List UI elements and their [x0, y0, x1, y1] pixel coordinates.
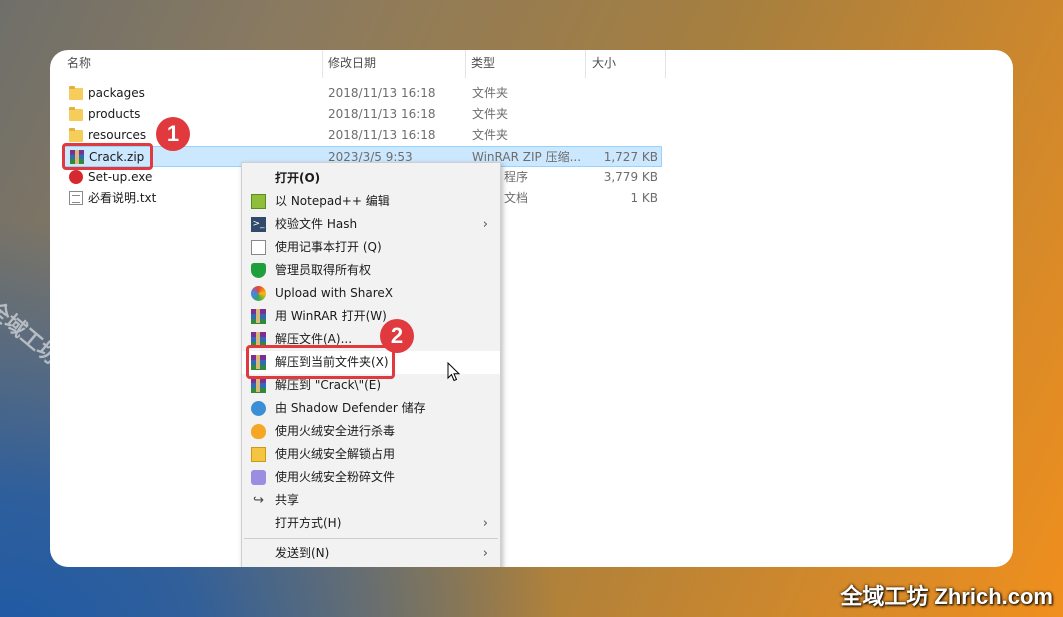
menu-item-label: 共享 — [275, 493, 300, 507]
file-modified: 2018/11/13 16:18 — [328, 128, 436, 142]
highlight-box-extract-here — [246, 345, 395, 379]
menu-item-label: 由 Shadow Defender 储存 — [275, 401, 426, 415]
chevron-right-icon: › — [482, 516, 488, 531]
menu-item-label: 打开(O) — [275, 171, 321, 185]
column-header-size[interactable]: 大小 — [585, 50, 665, 78]
menu-item-label: 使用火绒安全解锁占用 — [275, 447, 396, 461]
file-explorer-window: 名称 ^ 修改日期 类型 大小 packages 2018/11/13 16:1… — [50, 50, 1013, 567]
file-name: packages — [88, 86, 145, 100]
menu-item-label: Upload with ShareX — [275, 286, 393, 300]
file-row[interactable]: products 2018/11/13 16:18 文件夹 — [62, 104, 662, 125]
menu-item-label: 以 Notepad++ 编辑 — [275, 194, 390, 208]
file-modified: 2018/11/13 16:18 — [328, 107, 436, 121]
winrar-icon — [251, 378, 266, 393]
file-size: 1,727 KB — [603, 150, 658, 164]
file-type: 文件夹 — [472, 128, 509, 142]
menu-item-shadow-defender[interactable]: 由 Shadow Defender 储存 — [242, 397, 500, 420]
column-header-name-label: 名称 — [67, 56, 92, 70]
hash-icon: >_ — [251, 217, 266, 232]
menu-item-label: 打开方式(H) — [275, 516, 342, 530]
file-size: 1 KB — [630, 191, 658, 205]
file-row[interactable]: resources 2018/11/13 16:18 文件夹 — [62, 125, 662, 146]
step-2-badge: 2 — [380, 319, 414, 353]
sort-ascending-icon: ^ — [186, 50, 194, 57]
menu-item-label: 使用火绒安全粉碎文件 — [275, 470, 396, 484]
step-1-badge: 1 — [156, 117, 190, 151]
folder-icon — [69, 86, 83, 100]
menu-item-notepad-plus-plus[interactable]: 以 Notepad++ 编辑 — [242, 190, 500, 213]
shred-icon — [251, 470, 266, 485]
file-name: products — [88, 107, 141, 121]
sharex-icon — [251, 286, 266, 301]
column-header-type-label: 类型 — [471, 56, 496, 70]
file-modified: 2018/11/13 16:18 — [328, 86, 436, 100]
watermark-corner: 全域工坊 Zhrich.com — [840, 584, 1053, 609]
menu-item-label: 使用火绒安全进行杀毒 — [275, 424, 396, 438]
menu-item-huorong-shred[interactable]: 使用火绒安全粉碎文件 — [242, 466, 500, 489]
menu-item-label: 发送到(N) — [275, 546, 330, 560]
menu-item-label: 校验文件 Hash — [275, 217, 358, 231]
file-type: 文件夹 — [472, 86, 509, 100]
menu-item-label: 用 WinRAR 打开(W) — [275, 309, 387, 323]
menu-item-open[interactable]: 打开(O) — [242, 167, 500, 190]
chevron-right-icon: › — [482, 546, 488, 561]
notepad-icon — [251, 240, 266, 255]
chevron-right-icon: › — [482, 217, 488, 232]
file-row[interactable]: packages 2018/11/13 16:18 文件夹 — [62, 83, 662, 104]
column-header-size-label: 大小 — [592, 56, 617, 70]
menu-item-open-with-winrar[interactable]: 用 WinRAR 打开(W) — [242, 305, 500, 328]
menu-item-hash[interactable]: >_ 校验文件 Hash › — [242, 213, 500, 236]
exe-icon — [69, 170, 83, 184]
menu-item-label: 使用记事本打开 (Q) — [275, 240, 382, 254]
menu-item-send-to[interactable]: 发送到(N) › — [242, 542, 500, 565]
column-header-modified[interactable]: 修改日期 — [322, 50, 465, 78]
file-type: 程序 — [504, 170, 529, 184]
menu-item-sharex[interactable]: Upload with ShareX — [242, 282, 500, 305]
huorong-icon — [251, 424, 266, 439]
column-divider[interactable] — [665, 50, 666, 78]
file-type: 文件夹 — [472, 107, 509, 121]
menu-item-label: 管理员取得所有权 — [275, 263, 372, 277]
column-header-modified-label: 修改日期 — [328, 56, 377, 70]
file-type: 文档 — [504, 191, 529, 205]
shadow-defender-icon — [251, 401, 266, 416]
unlock-icon — [251, 447, 266, 462]
mouse-cursor-icon — [447, 362, 461, 382]
file-size: 3,779 KB — [603, 170, 658, 184]
highlight-box-crack-zip — [62, 143, 153, 170]
folder-icon — [69, 128, 83, 142]
menu-item-take-ownership[interactable]: 管理员取得所有权 — [242, 259, 500, 282]
menu-item-huorong-scan[interactable]: 使用火绒安全进行杀毒 — [242, 420, 500, 443]
menu-item-open-with[interactable]: 打开方式(H) › — [242, 512, 500, 535]
winrar-icon — [251, 309, 266, 324]
menu-item-open-with-notepad[interactable]: 使用记事本打开 (Q) — [242, 236, 500, 259]
file-name: Set-up.exe — [88, 170, 153, 184]
folder-icon — [69, 107, 83, 121]
menu-item-huorong-unlock[interactable]: 使用火绒安全解锁占用 — [242, 443, 500, 466]
notepad-plus-plus-icon — [251, 194, 266, 209]
txt-icon — [69, 191, 83, 205]
menu-separator — [244, 538, 498, 539]
share-icon: ↪ — [253, 493, 264, 508]
shield-icon — [251, 263, 266, 278]
file-name: 必看说明.txt — [88, 191, 157, 205]
column-header-type[interactable]: 类型 — [465, 50, 585, 78]
menu-item-share[interactable]: ↪ 共享 — [242, 489, 500, 512]
